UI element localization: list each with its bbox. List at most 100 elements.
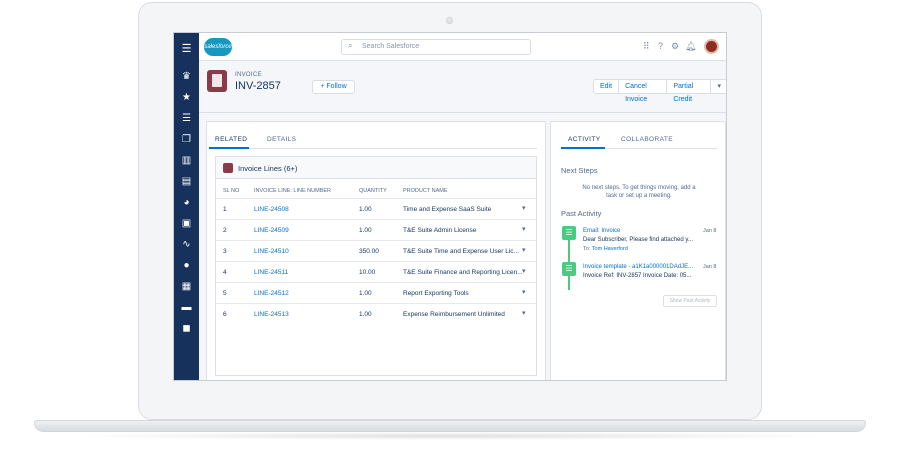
avatar[interactable] (704, 39, 719, 54)
record-header: INVOICE INV-2857 + Follow Edit Cancel In… (199, 61, 726, 113)
app-screen: ☰ ♛ ★ ☰ ❐ ▥ ▤ ◕ ▣ ∿ ● ▦ ▬ ◼ salesforce ⌕… (173, 32, 727, 381)
cancel-invoice-button[interactable]: Cancel Invoice (619, 80, 668, 103)
record-actions: Edit Cancel Invoice Partial Credit ▾ (593, 79, 726, 103)
recipient-link[interactable]: Tom Haverford (592, 246, 628, 252)
folder-icon[interactable]: ▬ (180, 302, 193, 314)
row-sl: 5 (223, 290, 227, 297)
copy-icon[interactable]: ❐ (180, 134, 193, 146)
next-steps-title: Next Steps (561, 166, 598, 175)
help-icon[interactable]: ? (658, 41, 663, 51)
activity-to-line: To: Tom Haverford (583, 246, 628, 252)
row-product: T&E Suite Time and Expense User Lic... (403, 248, 519, 255)
people-icon[interactable]: ● (180, 260, 193, 272)
laptop-shadow (60, 432, 840, 440)
row-line-link[interactable]: LINE-24513 (254, 311, 289, 318)
pulse-icon[interactable]: ∿ (180, 239, 193, 251)
invoice-icon (207, 70, 227, 92)
tab-activity[interactable]: ACTIVITY (568, 136, 600, 143)
tab-details[interactable]: DETAILS (267, 136, 296, 143)
column-header-line-number[interactable]: INVOICE LINE: LINE NUMBER (254, 188, 331, 194)
building-icon[interactable]: ▥ (180, 155, 193, 167)
crown-icon[interactable]: ♛ (180, 71, 193, 83)
row-menu-chevron-icon[interactable]: ▾ (522, 225, 526, 233)
app-launcher-icon[interactable]: ⠿ (643, 41, 650, 51)
row-quantity: 10.00 (359, 269, 376, 276)
row-quantity: 1.00 (359, 290, 372, 297)
gauge-icon[interactable]: ◕ (180, 197, 193, 209)
record-title: INV-2857 (235, 80, 281, 92)
search-placeholder: Search Salesforce (362, 43, 420, 50)
follow-button[interactable]: + Follow (312, 80, 355, 94)
column-header-product[interactable]: PRODUCT NAME (403, 188, 448, 194)
star-icon[interactable]: ★ (180, 92, 193, 104)
row-sl: 6 (223, 311, 227, 318)
row-sl: 3 (223, 248, 227, 255)
activity-date: Jan 8 (703, 228, 717, 234)
row-quantity: 1.00 (359, 206, 372, 213)
row-menu-chevron-icon[interactable]: ▾ (522, 204, 526, 212)
activity-detail: Dear Subscriber, Please find attached y.… (583, 237, 693, 243)
active-tab-indicator (561, 147, 605, 149)
column-header-quantity[interactable]: QUANTITY (359, 188, 387, 194)
invoice-lines-card: Invoice Lines (6+) SL NO INVOICE LINE: L… (215, 156, 537, 376)
table-row: 3 LINE-24510 350.00 T&E Suite Time and E… (216, 240, 536, 261)
show-past-activity-button[interactable]: Show Past Activity (663, 295, 717, 307)
row-quantity: 1.00 (359, 311, 372, 318)
row-menu-chevron-icon[interactable]: ▾ (522, 309, 526, 317)
activity-title-link[interactable]: Invoice template - a1K1a000001DAdJE... (583, 264, 693, 270)
search-input[interactable]: ⌕ Search Salesforce (341, 39, 531, 55)
calendar-icon[interactable]: ▦ (180, 281, 193, 293)
clipboard-icon[interactable]: ▣ (180, 218, 193, 230)
chevron-down-icon: ▾ (717, 83, 721, 90)
related-panel: RELATED DETAILS Invoice Lines (6+) SL NO… (206, 121, 546, 380)
menu-icon[interactable]: ☰ (180, 43, 193, 55)
contact-card-icon[interactable]: ▤ (180, 176, 193, 188)
more-actions-dropdown[interactable]: ▾ (711, 80, 726, 93)
table-row: 2 LINE-24509 1.00 T&E Suite Admin Licens… (216, 219, 536, 240)
row-sl: 4 (223, 269, 227, 276)
left-nav: ☰ ♛ ★ ☰ ❐ ▥ ▤ ◕ ▣ ∿ ● ▦ ▬ ◼ (174, 33, 199, 380)
global-header: salesforce ⌕ Search Salesforce ⠿ ? ⚙ 🔔︎ (199, 33, 726, 61)
row-line-link[interactable]: LINE-24509 (254, 227, 289, 234)
row-line-link[interactable]: LINE-24511 (254, 269, 288, 276)
row-menu-chevron-icon[interactable]: ▾ (522, 288, 526, 296)
email-icon: ☰ (562, 226, 576, 240)
follow-label: Follow (326, 83, 347, 90)
briefcase-icon[interactable]: ◼ (180, 323, 193, 335)
row-product: Expense Reimbursement Unlimited (403, 311, 505, 318)
card-header: Invoice Lines (6+) (216, 157, 536, 179)
past-activity-title: Past Activity (561, 209, 602, 218)
invoice-icon (223, 163, 233, 173)
row-product: Time and Expense SaaS Suite (403, 206, 492, 213)
tab-divider (215, 148, 537, 149)
row-menu-chevron-icon[interactable]: ▾ (522, 267, 526, 275)
partial-credit-button[interactable]: Partial Credit (667, 80, 712, 103)
table-row: 5 LINE-24512 1.00 Report Exporting Tools… (216, 282, 536, 303)
tab-collaborate[interactable]: COLLABORATE (621, 136, 673, 143)
column-header-sl: SL NO (223, 188, 240, 194)
row-quantity: 350.00 (359, 248, 379, 255)
activity-detail: Invoice Ref: INV-2857 Invoice Date: 05..… (583, 273, 692, 279)
row-quantity: 1.00 (359, 227, 372, 234)
to-label: To: (583, 246, 591, 252)
row-product: T&E Suite Admin License (403, 227, 477, 234)
notification-bell-icon[interactable]: 🔔︎ (685, 41, 696, 51)
gear-icon[interactable]: ⚙ (671, 41, 679, 51)
laptop-base (34, 420, 866, 432)
tab-related[interactable]: RELATED (215, 136, 247, 143)
row-menu-chevron-icon[interactable]: ▾ (522, 246, 526, 254)
row-sl: 1 (223, 206, 227, 213)
next-steps-message: No next steps. To get things moving, add… (582, 185, 696, 199)
edit-button[interactable]: Edit (594, 80, 620, 93)
activity-title-link[interactable]: Email: Invoice (583, 228, 620, 234)
salesforce-logo[interactable]: salesforce (204, 38, 232, 56)
row-product: Report Exporting Tools (403, 290, 469, 297)
card-title[interactable]: Invoice Lines (6+) (238, 164, 297, 173)
row-line-link[interactable]: LINE-24510 (254, 248, 289, 255)
task-icon: ☰ (562, 262, 576, 276)
row-line-link[interactable]: LINE-24512 (254, 290, 289, 297)
row-sl: 2 (223, 227, 227, 234)
checklist-icon[interactable]: ☰ (180, 113, 193, 125)
row-line-link[interactable]: LINE-24508 (254, 206, 289, 213)
search-icon: ⌕ (348, 41, 353, 50)
